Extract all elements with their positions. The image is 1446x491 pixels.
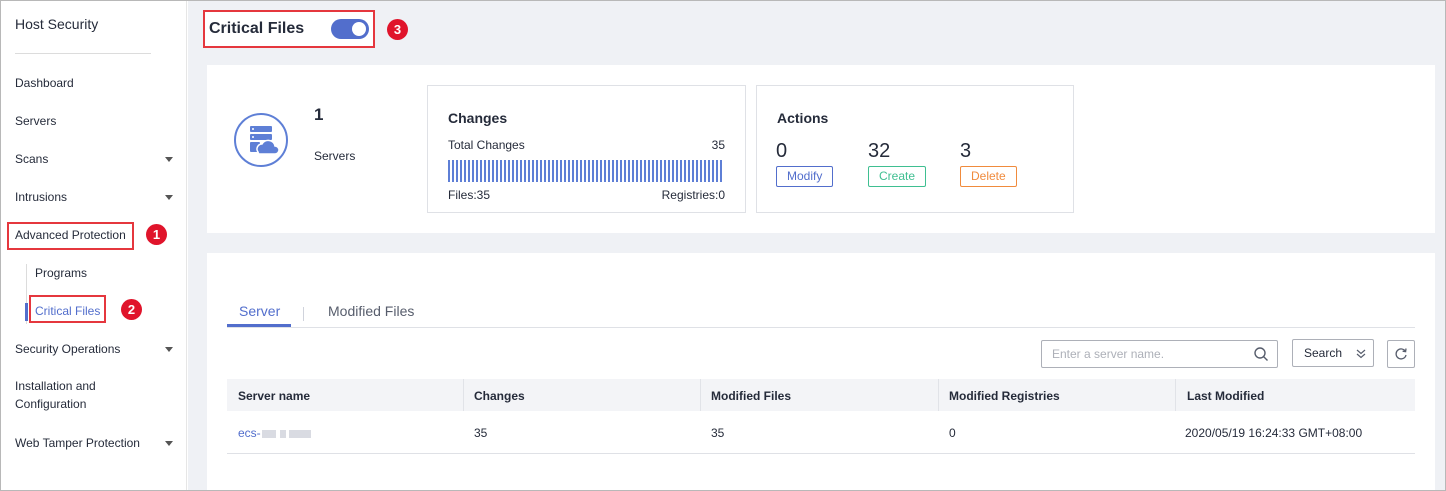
modify-count: 0: [776, 140, 788, 162]
changes-panel: Changes Total Changes 35 Files:35 Regist…: [427, 85, 746, 213]
redacted-mask: [261, 429, 276, 438]
tab-server[interactable]: Server: [239, 303, 280, 319]
double-chevron-down-icon: [1356, 349, 1366, 359]
table-header: Server name Changes Modified Files Modif…: [227, 379, 1415, 411]
column-header-last-modified: Last Modified: [1187, 389, 1265, 403]
changes-cell: 35: [474, 426, 488, 440]
modified-registries-cell: 0: [949, 426, 956, 440]
changes-title: Changes: [448, 110, 508, 126]
actions-title: Actions: [777, 110, 829, 126]
callout-badge-2: 2: [121, 299, 142, 320]
tab-rule: [227, 327, 1415, 328]
summary-card: 1 Servers Changes Total Changes 35 Files…: [207, 65, 1435, 233]
column-divider: [700, 379, 701, 411]
create-count: 32: [868, 140, 891, 162]
column-header-modified-files: Modified Files: [711, 389, 792, 403]
search-icon[interactable]: [1253, 346, 1269, 362]
list-card: Server Modified Files Search Server name: [207, 253, 1435, 490]
search-input[interactable]: [1041, 340, 1278, 368]
redacted-mask: [289, 429, 312, 438]
last-modified-cell: 2020/05/19 16:24:33 GMT+08:00: [1185, 426, 1363, 440]
delete-count: 3: [960, 140, 972, 162]
sidebar-item-installation[interactable]: Installation and Configuration: [15, 377, 125, 413]
column-header-modified-registries: Modified Registries: [949, 389, 1060, 403]
refresh-button[interactable]: [1387, 340, 1415, 368]
column-header-server-name: Server name: [238, 389, 311, 403]
sidebar-divider: [15, 53, 151, 54]
modify-button[interactable]: Modify: [776, 166, 834, 187]
main-content: Critical Files 3 1 Servers Changes Total…: [188, 1, 1445, 490]
sidebar-item-security-operations[interactable]: Security Operations: [15, 339, 120, 359]
server-cloud-icon: [234, 113, 288, 167]
total-changes-value: 35: [711, 138, 725, 152]
sidebar-item-servers[interactable]: Servers: [15, 111, 56, 131]
chevron-down-icon[interactable]: [165, 157, 173, 162]
callout-badge-3: 3: [387, 19, 408, 40]
servers-count: 1: [314, 105, 324, 124]
modified-files-cell: 35: [711, 426, 725, 440]
refresh-icon: [1395, 348, 1407, 360]
sidebar-item-web-tamper-protection[interactable]: Web Tamper Protection: [15, 433, 140, 453]
sidebar-title: Host Security: [15, 16, 99, 32]
callout-badge-1: 1: [146, 224, 167, 245]
tab-modified-files[interactable]: Modified Files: [328, 303, 414, 319]
server-name-link[interactable]: ecs-: [238, 426, 312, 440]
chevron-down-icon[interactable]: [165, 441, 173, 446]
table-row: ecs- 35 35 0 2020/05/19 16:24:33 GMT+08:…: [227, 411, 1415, 454]
server-name-text: ecs-: [238, 426, 261, 440]
active-indicator: [25, 303, 28, 321]
sidebar-item-advanced-protection[interactable]: Advanced Protection: [15, 225, 126, 245]
column-divider: [938, 379, 939, 411]
page-header: Critical Files: [203, 10, 375, 48]
delete-button[interactable]: Delete: [960, 166, 1017, 187]
files-count: Files:35: [448, 188, 491, 202]
total-changes-label: Total Changes: [448, 138, 525, 152]
critical-files-toggle[interactable]: [331, 19, 369, 39]
sidebar-subitem-critical-files[interactable]: Critical Files: [35, 304, 100, 318]
chevron-down-icon[interactable]: [165, 195, 173, 200]
search-button-label: Search: [1304, 346, 1343, 360]
tab-active-underline: [227, 324, 291, 327]
toggle-knob: [352, 22, 366, 36]
column-divider: [463, 379, 464, 411]
column-header-changes: Changes: [474, 389, 525, 403]
chevron-down-icon[interactable]: [165, 347, 173, 352]
actions-panel: Actions 0 32 3 Modify Create Delete: [756, 85, 1074, 213]
page-title: Critical Files: [209, 20, 305, 37]
sidebar-item-dashboard[interactable]: Dashboard: [15, 73, 74, 93]
sidebar: Host Security Dashboard Servers Scans In…: [1, 1, 187, 490]
changes-bar: [448, 160, 724, 182]
sidebar-item-scans[interactable]: Scans: [15, 149, 48, 169]
create-button[interactable]: Create: [868, 166, 927, 187]
registries-count: Registries:0: [661, 188, 725, 202]
sidebar-item-intrusions[interactable]: Intrusions: [15, 187, 67, 207]
column-divider: [1175, 379, 1176, 411]
search-button[interactable]: Search: [1292, 339, 1374, 367]
tab-separator: [303, 307, 304, 321]
servers-label: Servers: [314, 149, 356, 163]
sidebar-subitem-programs[interactable]: Programs: [35, 266, 87, 280]
redacted-mask: [280, 429, 287, 438]
